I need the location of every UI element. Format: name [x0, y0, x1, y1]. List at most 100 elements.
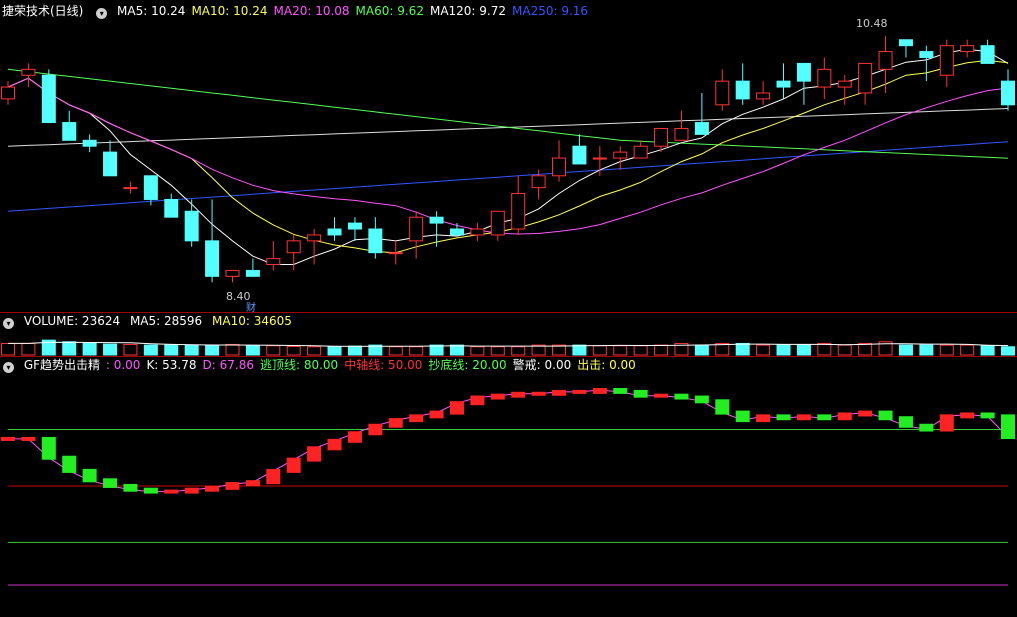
candle-body [817, 68, 832, 88]
gf-block [633, 389, 648, 398]
candle-body [715, 80, 730, 106]
candle-body [735, 80, 750, 100]
candle-body [103, 151, 118, 177]
candle-body [796, 62, 811, 82]
ma250-line [7, 141, 1009, 212]
volume-bar [103, 343, 118, 356]
gf-block [552, 389, 567, 396]
volume-bar [327, 346, 342, 356]
gf-block [960, 412, 975, 419]
volume-bar [184, 344, 199, 356]
gf-block [1001, 414, 1015, 440]
volume-bar [449, 344, 464, 356]
volume-bar [572, 344, 587, 356]
candle-body [878, 51, 893, 70]
gf-block [858, 410, 873, 417]
volume-bar [470, 346, 485, 356]
candle-body [245, 269, 260, 277]
volume-bar [429, 344, 444, 356]
price-chart[interactable] [0, 0, 1017, 312]
candle-body [531, 175, 546, 189]
gf-block [388, 418, 403, 428]
gf-block [919, 423, 934, 432]
gf-block [837, 412, 852, 421]
gf-block [164, 489, 179, 494]
gf-block [776, 414, 791, 421]
volume-ma5-line [8, 341, 1009, 347]
candle-body [388, 252, 403, 255]
gf-block [82, 468, 97, 483]
gf-block [143, 487, 158, 494]
candle-body [409, 216, 424, 242]
volume-bar [694, 344, 709, 356]
candle-body [327, 228, 342, 236]
candle-body [184, 210, 199, 242]
candle-body [62, 122, 77, 141]
candle-body [347, 222, 362, 230]
volume-bar [286, 345, 301, 356]
volume-bar [225, 343, 240, 356]
volume-bar [205, 344, 220, 356]
gf-chart[interactable] [0, 357, 1017, 617]
candle-body [592, 157, 607, 160]
gf-block [449, 401, 464, 415]
candle-body [41, 74, 56, 124]
gf-block [205, 485, 220, 492]
gf-block [62, 455, 77, 473]
gf-block [939, 414, 954, 432]
candle-body [205, 240, 220, 277]
candle-body [837, 80, 852, 88]
gf-block [429, 410, 444, 419]
candle-body [368, 228, 383, 254]
candle-body [674, 127, 689, 141]
gf-block [184, 487, 199, 494]
gf-block [245, 480, 260, 487]
volume-bar [837, 344, 852, 356]
candle-body [572, 145, 587, 165]
volume-bar [735, 342, 750, 356]
volume-bar [919, 344, 934, 356]
volume-bar [82, 342, 97, 356]
volume-bar [245, 345, 260, 356]
gf-block [654, 393, 669, 398]
volume-bar [796, 344, 811, 356]
volume-chart[interactable] [0, 313, 1017, 356]
volume-bar [817, 342, 832, 356]
volume-bar [388, 346, 403, 356]
candle-body [919, 51, 934, 58]
volume-bar [980, 345, 995, 356]
candle-body [82, 139, 97, 147]
gf-block [735, 410, 750, 423]
gf-block [1, 436, 15, 441]
gf-block [572, 389, 587, 394]
gf-block [898, 416, 913, 428]
volume-panel: ▾ VOLUME: 23624 MA5: 28596 MA10: 34605 [0, 313, 1017, 356]
high-price-label: 10.48 [856, 17, 888, 30]
candle-body [898, 39, 913, 47]
candle-body [960, 45, 975, 53]
gf-panel: ▾ GF趋势出击精 : 0.00 K: 53.78 D: 67.86 逃顶线: 80.… [0, 357, 1017, 617]
gf-block [878, 410, 893, 421]
candle-body [470, 228, 485, 236]
volume-bar [21, 342, 36, 356]
candle-body [307, 234, 322, 242]
volume-bar [613, 345, 628, 356]
candle-body [286, 240, 301, 254]
candle-body [613, 151, 628, 159]
volume-bar [858, 342, 873, 356]
volume-bar [490, 346, 505, 356]
gf-block [21, 436, 36, 441]
gf-block [756, 414, 771, 423]
volume-bar [123, 343, 138, 356]
gf-block [817, 414, 832, 421]
gf-block [266, 468, 281, 485]
gf-block [347, 431, 362, 443]
ma5-line [7, 48, 1009, 265]
gf-block [41, 436, 56, 460]
volume-bar [1, 342, 15, 356]
candle-body [633, 145, 648, 159]
gf-block [490, 393, 505, 400]
volume-bar [756, 344, 771, 356]
volume-bar [1001, 346, 1015, 356]
candle-body [266, 258, 281, 266]
